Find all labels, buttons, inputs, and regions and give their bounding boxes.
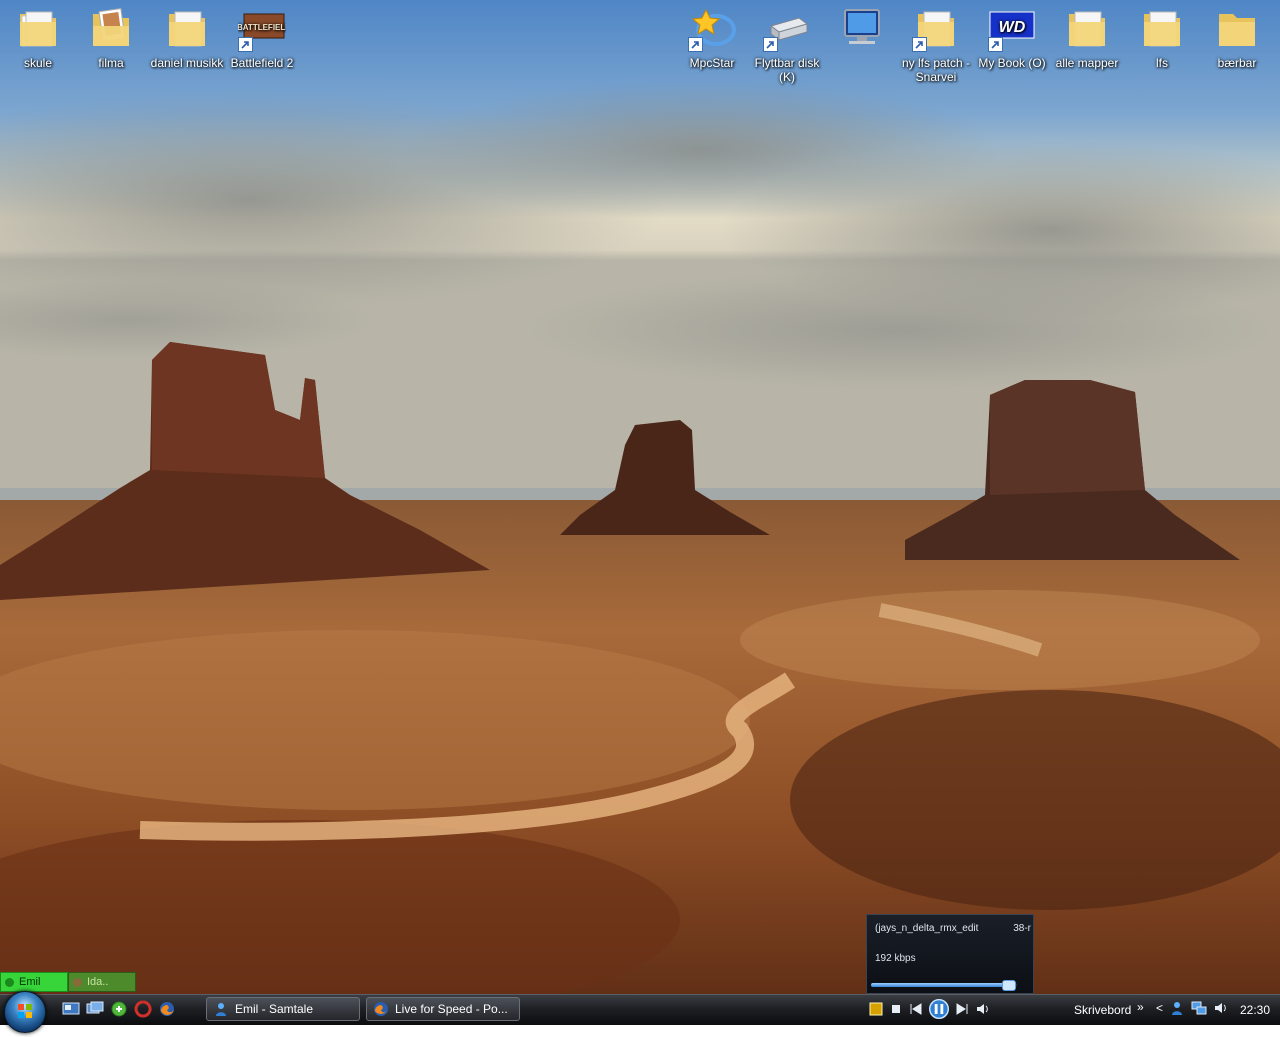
taskbar: Emil - Samtale Live for Speed - Po... Sk… xyxy=(0,991,1280,1033)
track-number: 38-r xyxy=(1013,923,1031,934)
shortcut-arrow-icon xyxy=(988,37,1003,52)
wd-logo-text: WD xyxy=(999,19,1026,36)
wd-drive-icon: WD xyxy=(988,4,1036,52)
messenger-contact-strip: Emil Ida.. xyxy=(0,972,136,992)
desktop-icon-label: filma xyxy=(98,56,124,70)
taskbar-button-emil-samtale[interactable]: Emil - Samtale xyxy=(206,997,360,1021)
system-tray: < xyxy=(1156,1000,1229,1016)
stop-icon[interactable] xyxy=(889,1002,903,1016)
buddy-online-icon xyxy=(5,977,14,987)
desktop-icon-label: bærbar xyxy=(1217,56,1257,70)
contact-ida[interactable]: Ida.. xyxy=(68,972,136,992)
desktop-icon-daniel-musikk[interactable]: daniel musikk xyxy=(149,2,225,70)
windows-logo-icon xyxy=(18,1004,32,1018)
contact-name: Ida.. xyxy=(87,976,109,988)
desktop-icon-ny-lfs-patch[interactable]: ny lfs patch - Snarvei xyxy=(898,2,974,84)
folder-icon xyxy=(912,4,960,52)
desktop-icon-label: My Book (O) xyxy=(978,56,1046,70)
messenger-tray-icon[interactable] xyxy=(1169,1000,1185,1016)
start-button[interactable] xyxy=(4,991,46,1033)
show-desktop-icon[interactable] xyxy=(62,1000,80,1018)
switch-windows-icon[interactable] xyxy=(86,1000,104,1018)
computer-icon xyxy=(837,4,885,52)
previous-track-icon[interactable] xyxy=(909,1002,923,1016)
seek-bar-fill xyxy=(871,983,1010,987)
red-app-icon[interactable] xyxy=(134,1000,152,1018)
desktop-icon-label: Flyttbar disk (K) xyxy=(754,56,820,84)
desktop-toolbar-label[interactable]: Skrivebord xyxy=(1074,1003,1131,1017)
desktop-wallpaper xyxy=(0,0,1280,1024)
desktop-icon-my-book[interactable]: WD My Book (O) xyxy=(974,2,1050,70)
desktop-icon-label: daniel musikk xyxy=(150,56,224,70)
seek-bar-thumb[interactable] xyxy=(1001,980,1016,991)
media-player-mini-window: (jays_n_delta_rmx_edit 38-r 192 kbps xyxy=(866,914,1034,994)
contact-name: Emil xyxy=(19,976,41,988)
taskbar-button-live-for-speed[interactable]: Live for Speed - Po... xyxy=(366,997,520,1021)
folder-icon xyxy=(1063,4,1111,52)
desktop-icon-flyttbar-disk[interactable]: Flyttbar disk (K) xyxy=(749,2,825,84)
removable-disk-icon xyxy=(763,4,811,52)
shortcut-arrow-icon xyxy=(688,37,703,52)
contact-emil[interactable]: Emil xyxy=(0,972,68,992)
next-track-icon[interactable] xyxy=(955,1002,969,1016)
desktop-icon-label: ny lfs patch - Snarvei xyxy=(901,56,971,84)
desktop-icon-filma[interactable]: filma xyxy=(73,2,149,70)
folder-icon xyxy=(1138,4,1186,52)
photo-folder-icon xyxy=(87,4,135,52)
buddy-away-icon xyxy=(73,977,82,987)
desktop-icon-computer[interactable] xyxy=(823,2,899,56)
quick-launch xyxy=(62,1000,176,1018)
media-player-toolbar xyxy=(866,997,1034,1021)
speaker-icon[interactable] xyxy=(1213,1000,1229,1016)
battlefield-2-icon: BATTLEFIELD xyxy=(238,4,286,52)
track-title: (jays_n_delta_rmx_edit xyxy=(875,923,979,934)
taskbar-button-label: Emil - Samtale xyxy=(235,1002,314,1016)
shortcut-arrow-icon xyxy=(763,37,778,52)
clock[interactable]: 22:30 xyxy=(1240,1003,1270,1017)
messenger-icon xyxy=(216,1003,226,1016)
mpcstar-icon xyxy=(688,4,736,52)
volume-icon[interactable] xyxy=(975,1002,989,1016)
shortcut-arrow-icon xyxy=(912,37,927,52)
seek-bar[interactable] xyxy=(871,980,1017,991)
desktop-icon-label: Battlefield 2 xyxy=(230,56,294,70)
pause-icon[interactable] xyxy=(929,999,949,1019)
restore-player-icon[interactable] xyxy=(869,1002,883,1016)
desktop-icon-battlefield-2[interactable]: BATTLEFIELD Battlefield 2 xyxy=(224,2,300,70)
folder-icon xyxy=(163,4,211,52)
desktop-icon-baerbar[interactable]: bærbar xyxy=(1199,2,1275,70)
desktop-icon-label: MpcStar xyxy=(689,56,735,70)
tray-expand-arrow[interactable]: < xyxy=(1156,1001,1163,1015)
desktop-icon-alle-mapper[interactable]: alle mapper xyxy=(1049,2,1125,70)
folder-icon xyxy=(1213,4,1261,52)
green-app-icon[interactable] xyxy=(110,1000,128,1018)
desktop-icon-skule[interactable]: skule xyxy=(0,2,76,70)
bitrate-label: 192 kbps xyxy=(875,953,916,964)
folder-icon xyxy=(14,4,62,52)
desktop-icon-label: skule xyxy=(23,56,52,70)
desktop-icon-label: alle mapper xyxy=(1055,56,1119,70)
taskbar-button-label: Live for Speed - Po... xyxy=(395,1002,508,1016)
firefox-icon xyxy=(374,1002,388,1016)
desktop-icon-lfs[interactable]: lfs xyxy=(1124,2,1200,70)
desktop-icon-label: lfs xyxy=(1156,56,1168,70)
desktop-icon-mpcstar[interactable]: MpcStar xyxy=(674,2,750,70)
battlefield-logo-text: BATTLEFIELD xyxy=(238,23,286,32)
firefox-icon[interactable] xyxy=(158,1000,176,1018)
network-icon[interactable] xyxy=(1191,1000,1207,1016)
shortcut-arrow-icon xyxy=(238,37,253,52)
toolbar-overflow-chevron[interactable]: » xyxy=(1137,1000,1144,1014)
